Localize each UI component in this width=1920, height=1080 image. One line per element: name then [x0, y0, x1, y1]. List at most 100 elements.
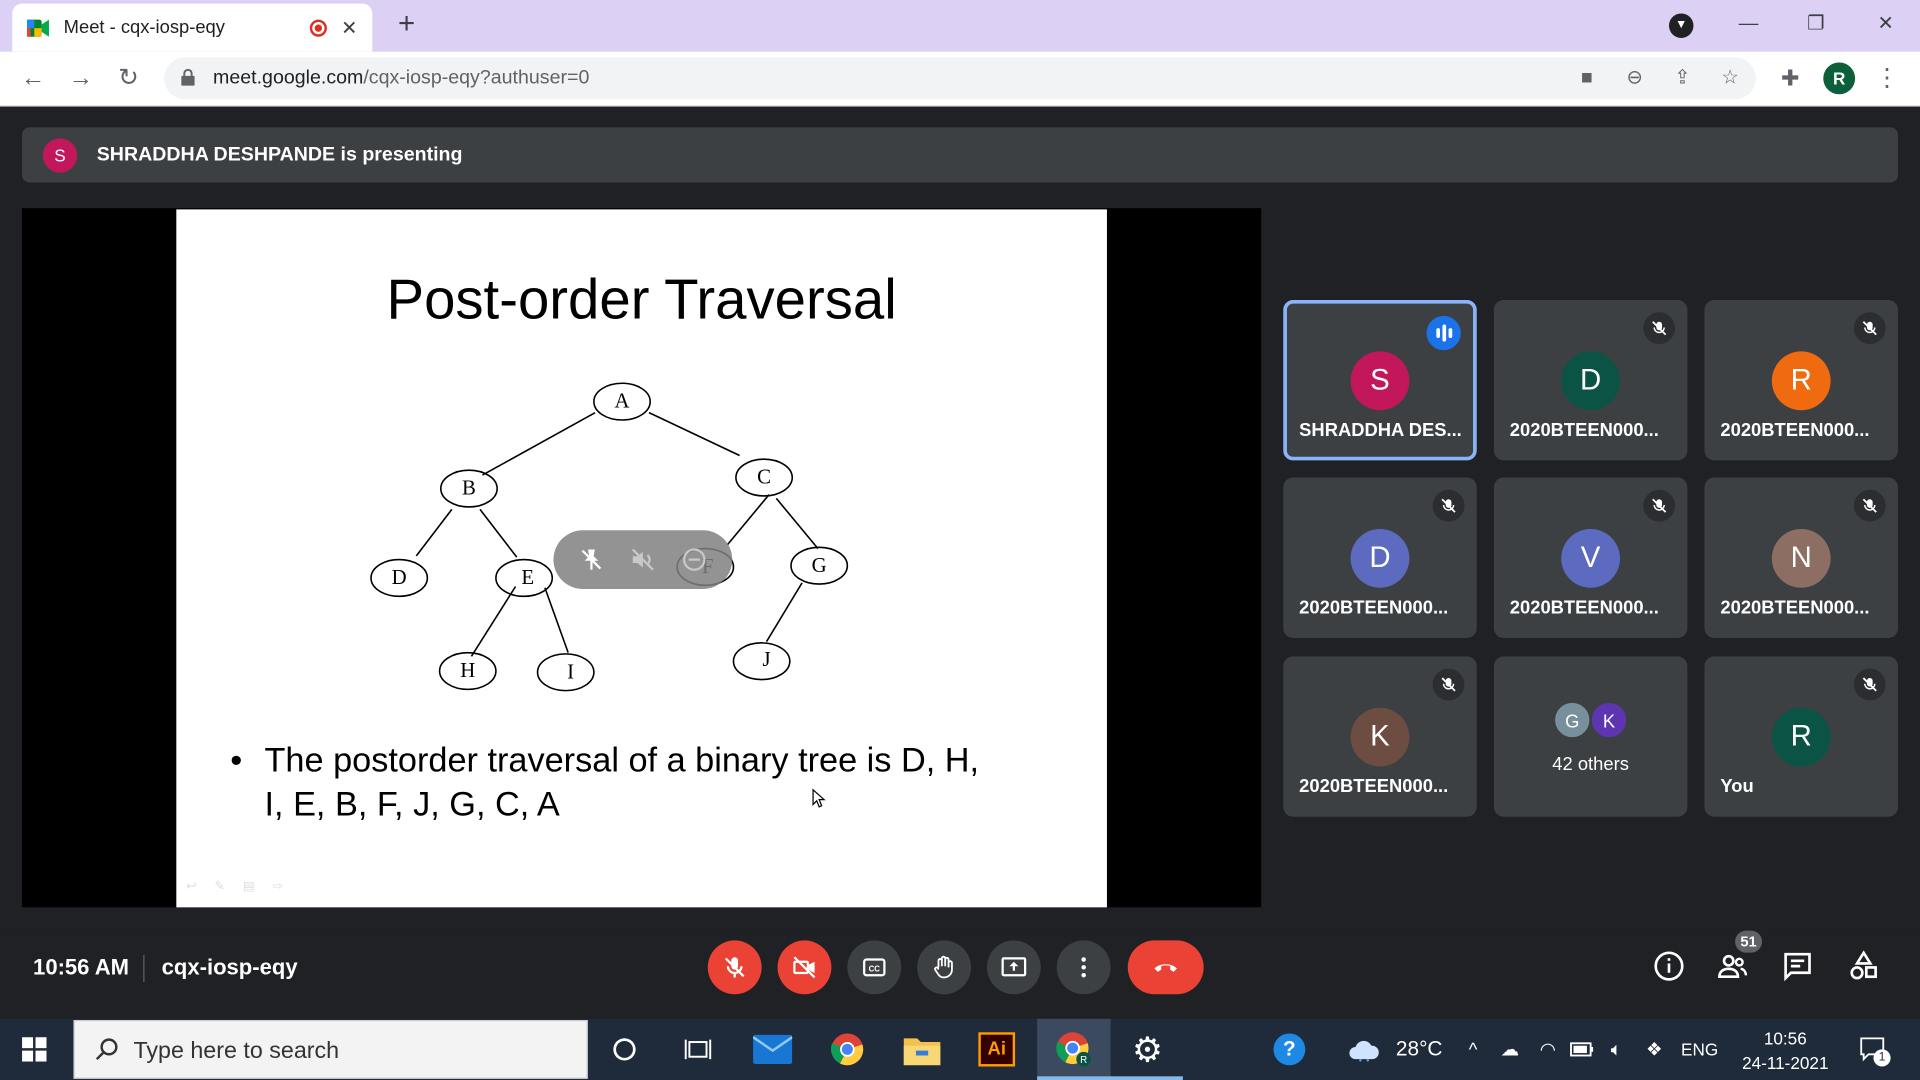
mic-muted-icon	[1853, 489, 1886, 522]
mouse-cursor-icon	[812, 788, 826, 808]
activities-icon	[1850, 950, 1877, 980]
new-tab-button[interactable]: +	[389, 7, 423, 41]
camera-icon[interactable]: ■	[1573, 66, 1600, 90]
participant-count-badge: 51	[1735, 930, 1763, 953]
zoom-icon[interactable]: ⊖	[1621, 66, 1648, 90]
camera-toggle-button[interactable]	[777, 940, 832, 995]
captions-button[interactable]: CC	[847, 940, 902, 995]
chat-button[interactable]	[1779, 948, 1816, 985]
clock-date: 24-11-2021	[1742, 1053, 1829, 1073]
meeting-controls-bar: 10:56 AM cqx-iosp-eqy CC 51	[0, 930, 1920, 1019]
participant-avatar: V	[1561, 528, 1620, 588]
mail-app-icon[interactable]	[736, 1019, 809, 1080]
participant-tile[interactable]: S SHRADDHA DES...	[1283, 300, 1477, 461]
wifi-icon[interactable]: ◠	[1533, 1019, 1562, 1080]
windows-start-icon[interactable]	[22, 1037, 47, 1062]
tab-search-button[interactable]: ▼	[1668, 13, 1694, 38]
help-icon[interactable]: ?	[1267, 1019, 1311, 1080]
people-button[interactable]	[1714, 948, 1751, 985]
meeting-details-button[interactable]	[1651, 948, 1688, 985]
self-tile[interactable]: R You	[1704, 656, 1898, 817]
leave-call-button[interactable]	[1127, 940, 1204, 995]
battery-icon[interactable]	[1567, 1019, 1596, 1080]
cortana-icon[interactable]	[588, 1019, 661, 1080]
chevron-up-icon[interactable]: ^	[1461, 1019, 1485, 1080]
more-vert-icon	[1081, 957, 1086, 978]
share-icon[interactable]: ⇪	[1669, 66, 1696, 90]
participant-name: SHRADDHA DES...	[1299, 420, 1462, 441]
onedrive-icon[interactable]: ☁	[1494, 1019, 1526, 1080]
restore-button[interactable]: ❐	[1791, 7, 1840, 41]
tile-hover-controls	[553, 530, 733, 589]
participant-tile[interactable]: D 2020BTEEN000...	[1283, 477, 1477, 638]
taskbar-search-box[interactable]: Type here to search	[73, 1020, 588, 1079]
participant-tile[interactable]: D 2020BTEEN000...	[1493, 300, 1688, 461]
participant-name: 2020BTEEN000...	[1720, 420, 1870, 441]
unpin-icon[interactable]	[578, 546, 605, 573]
close-tab-icon[interactable]: ✕	[341, 15, 357, 39]
language-indicator[interactable]: ENG	[1678, 1019, 1722, 1080]
end-call-icon	[1154, 964, 1177, 972]
tree-node-label: D	[392, 565, 407, 589]
shared-slide: Post-order Traversal A B C D E G H I J •…	[176, 209, 1107, 908]
others-tile[interactable]: G K 42 others	[1493, 656, 1688, 817]
more-options-button[interactable]	[1056, 940, 1111, 995]
present-now-button[interactable]	[986, 940, 1041, 995]
task-view-icon[interactable]	[661, 1019, 734, 1080]
participant-tile[interactable]: K 2020BTEEN000...	[1283, 656, 1477, 817]
google-meet-icon	[26, 18, 49, 38]
illustrator-app-icon[interactable]: Ai	[960, 1019, 1033, 1080]
minimize-button[interactable]: —	[1724, 7, 1773, 41]
profile-avatar[interactable]: R	[1823, 62, 1856, 95]
weather-icon[interactable]	[1344, 1019, 1383, 1080]
participant-avatar: D	[1350, 528, 1410, 588]
extensions-icon[interactable]: ✚	[1773, 61, 1807, 95]
activities-button[interactable]	[1845, 948, 1882, 985]
other-avatar: K	[1589, 700, 1629, 740]
raise-hand-button[interactable]	[917, 940, 972, 995]
participant-avatar: D	[1561, 351, 1620, 411]
reload-button[interactable]: ↻	[111, 61, 145, 95]
participant-tile[interactable]: V 2020BTEEN000...	[1493, 477, 1688, 638]
participant-name: 2020BTEEN000...	[1509, 597, 1659, 619]
file-explorer-icon[interactable]	[885, 1019, 958, 1080]
taskbar-clock[interactable]: 10:56 24-11-2021	[1736, 1026, 1834, 1075]
menu-icon[interactable]: ⋮	[1870, 61, 1904, 95]
meeting-time: 10:56 AM	[33, 955, 130, 980]
presenter-avatar: S	[42, 137, 78, 173]
weather-temperature: 28°C	[1395, 1037, 1443, 1061]
participant-avatar: S	[1350, 351, 1410, 411]
address-bar[interactable]: meet.google.com/cqx-iosp-eqy?authuser=0 …	[164, 57, 1756, 100]
participant-name: 2020BTEEN000...	[1299, 597, 1449, 619]
browser-tab[interactable]: Meet - cqx-iosp-eqy ✕	[12, 3, 373, 52]
camera-off-icon	[793, 956, 816, 979]
close-window-button[interactable]: ✕	[1861, 7, 1910, 41]
mute-audio-icon[interactable]	[629, 546, 656, 573]
bookmark-star-icon[interactable]: ☆	[1717, 66, 1744, 90]
tree-node-label: C	[757, 465, 771, 489]
participant-tile[interactable]: N 2020BTEEN000...	[1704, 477, 1898, 638]
participant-avatar: R	[1771, 351, 1831, 411]
others-label: 42 others	[1552, 754, 1629, 776]
svg-text:CC: CC	[869, 964, 881, 973]
settings-app-icon[interactable]: ⚙	[1111, 1019, 1184, 1080]
participant-name: 2020BTEEN000...	[1509, 420, 1659, 441]
participant-name: 2020BTEEN000...	[1299, 776, 1449, 798]
tree-node-label: J	[762, 647, 770, 671]
chrome-app-icon[interactable]	[811, 1019, 884, 1080]
dropbox-icon[interactable]: ❖	[1638, 1019, 1670, 1080]
chrome-active-app-icon[interactable]: R	[1037, 1018, 1111, 1080]
participant-tile[interactable]: R 2020BTEEN000...	[1704, 300, 1898, 461]
browser-toolbar: ← → ↻ meet.google.com/cqx-iosp-eqy?authu…	[0, 51, 1920, 107]
remove-icon[interactable]	[681, 546, 708, 573]
info-icon	[1654, 951, 1684, 981]
tree-node-label: I	[567, 659, 574, 683]
back-button[interactable]: ←	[16, 61, 50, 95]
chat-icon	[1784, 952, 1811, 982]
microphone-toggle-button[interactable]	[707, 940, 762, 995]
forward-button[interactable]: →	[64, 61, 98, 95]
presenting-text: SHRADDHA DESHPANDE is presenting	[96, 143, 463, 165]
recording-icon	[309, 18, 327, 37]
participant-name: You	[1720, 776, 1754, 798]
volume-icon[interactable]: 🔈︎	[1602, 1019, 1631, 1080]
